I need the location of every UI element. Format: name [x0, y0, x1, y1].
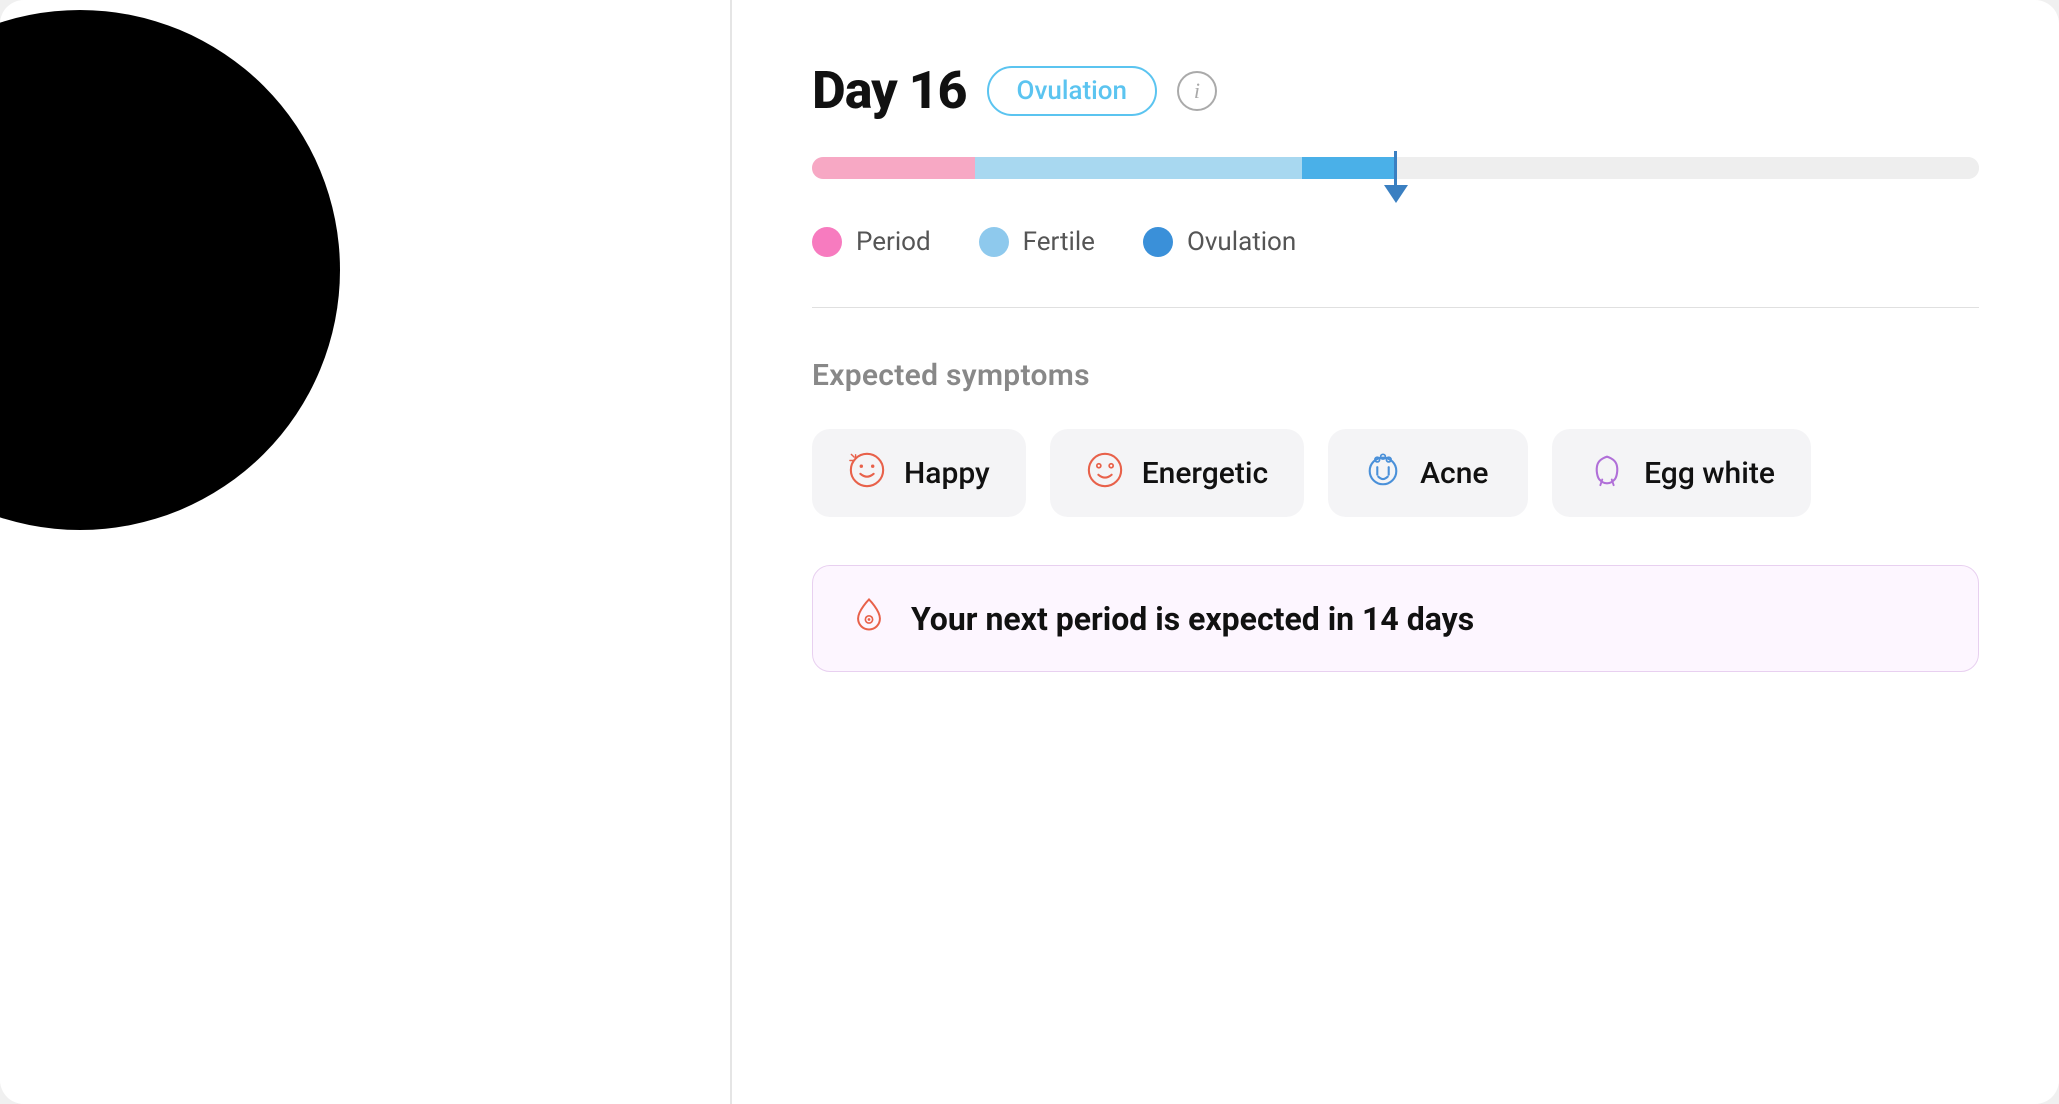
symptom-label-happy: Happy	[904, 456, 990, 491]
info-icon[interactable]: i	[1177, 71, 1217, 111]
progress-rest-segment	[1395, 157, 1979, 179]
energetic-icon	[1086, 451, 1124, 495]
app-container: Day 16 Ovulation i	[0, 0, 2059, 1104]
section-divider	[812, 307, 1979, 308]
legend-label-ovulation: Ovulation	[1187, 227, 1296, 257]
day-header: Day 16 Ovulation i	[812, 60, 1979, 121]
symptoms-section-title: Expected symptoms	[812, 358, 1979, 393]
progress-track	[812, 157, 1979, 179]
legend-item-fertile: Fertile	[979, 227, 1095, 257]
legend-dot-period	[812, 227, 842, 257]
symptom-label-acne: Acne	[1420, 456, 1488, 491]
progress-pink-segment	[812, 157, 975, 179]
symptom-card-happy[interactable]: Happy	[812, 429, 1026, 517]
legend: Period Fertile Ovulation	[812, 227, 1979, 257]
symptom-label-energetic: Energetic	[1142, 456, 1268, 491]
legend-item-period: Period	[812, 227, 931, 257]
progress-bar-container	[812, 157, 1979, 179]
acne-icon	[1364, 451, 1402, 495]
period-drop-icon	[849, 594, 889, 643]
symptom-card-energetic[interactable]: Energetic	[1050, 429, 1304, 517]
egg-white-icon	[1588, 451, 1626, 495]
progress-fertile-segment	[975, 157, 1302, 179]
decorative-circle	[0, 10, 340, 530]
day-title: Day 16	[812, 60, 967, 121]
symptom-card-acne[interactable]: Acne	[1328, 429, 1528, 517]
legend-dot-ovulation	[1143, 227, 1173, 257]
progress-marker	[1384, 151, 1408, 203]
right-panel: Day 16 Ovulation i	[732, 0, 2059, 1104]
legend-label-fertile: Fertile	[1023, 227, 1095, 257]
legend-label-period: Period	[856, 227, 931, 257]
marker-triangle	[1384, 185, 1408, 203]
marker-line	[1394, 151, 1397, 185]
symptoms-grid: Happy Energetic	[812, 429, 1979, 517]
happy-icon	[848, 451, 886, 495]
legend-item-ovulation: Ovulation	[1143, 227, 1296, 257]
legend-dot-fertile	[979, 227, 1009, 257]
phase-badge[interactable]: Ovulation	[987, 66, 1157, 116]
period-notification: Your next period is expected in 14 days	[812, 565, 1979, 672]
symptom-card-egg-white[interactable]: Egg white	[1552, 429, 1811, 517]
period-notification-text: Your next period is expected in 14 days	[911, 600, 1474, 638]
progress-ovulation-segment	[1302, 157, 1395, 179]
symptom-label-egg-white: Egg white	[1644, 456, 1775, 491]
left-panel	[0, 0, 730, 1104]
